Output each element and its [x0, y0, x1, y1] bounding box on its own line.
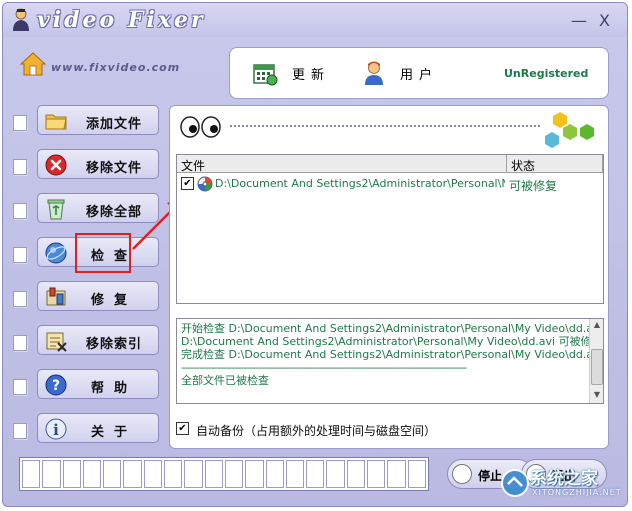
sidebar-item-remove-index: 移除索引 — [7, 325, 167, 359]
log-output[interactable]: 开始检查 D:\Document And Settings2\Administr… — [176, 318, 604, 404]
auto-backup-label: 自动备份（占用额外的处理时间与磁盘空间） — [196, 424, 437, 438]
globe-check-icon — [45, 242, 67, 264]
watermark-url: XITONGZHIJIA.NET — [532, 488, 622, 497]
remove-index-label: 移除索引 — [85, 337, 142, 352]
stop-label: 停止 — [478, 469, 503, 483]
page-icon — [13, 291, 27, 307]
remove-file-button[interactable]: 移除文件 — [37, 149, 159, 179]
app-title: video Fixer — [37, 7, 206, 33]
title-bar[interactable]: video Fixer — X — [3, 3, 627, 37]
close-button[interactable]: X — [599, 11, 610, 30]
about-label: 关于 — [90, 425, 137, 440]
update-button[interactable]: 更新 — [252, 60, 330, 86]
log-line: 完成检查 D:\Document And Settings2\Administr… — [181, 348, 589, 361]
video-file-icon — [197, 176, 213, 192]
log-text: 开始检查 D:\Document And Settings2\Administr… — [181, 322, 589, 387]
about-button[interactable]: i 关于 — [37, 413, 159, 443]
row-checkbox[interactable]: ✔ — [181, 177, 194, 190]
page-icon — [13, 423, 27, 439]
page-icon — [13, 379, 27, 395]
stop-icon — [452, 464, 472, 484]
svg-text:?: ? — [52, 378, 60, 394]
sidebar-item-add-file: 添加文件 — [7, 105, 167, 139]
help-label: 帮助 — [90, 381, 137, 396]
file-path: D:\Document And Settings2\Administrator\… — [215, 177, 505, 190]
help-button[interactable]: ? 帮助 — [37, 369, 159, 399]
watermark-text: 系统之家 — [530, 469, 598, 489]
file-list[interactable]: 文件 状态 ✔ D:\Document And Settings2\Admini… — [176, 154, 604, 304]
remove-file-label: 移除文件 — [85, 161, 142, 176]
add-file-label: 添加文件 — [85, 117, 142, 132]
minimize-button[interactable]: — — [571, 11, 587, 30]
app-logo-icon — [13, 8, 29, 31]
sidebar-item-repair: 修复 — [7, 281, 167, 315]
column-header-status[interactable]: 状态 — [507, 155, 603, 173]
registration-status: UnRegistered — [504, 67, 589, 80]
page-icon — [13, 159, 27, 175]
info-icon: i — [45, 418, 67, 440]
user-button[interactable]: 用户 — [362, 60, 438, 86]
remove-red-x-icon — [45, 154, 67, 176]
scroll-down-icon[interactable]: ▼ — [591, 390, 603, 402]
remove-index-icon — [46, 332, 67, 352]
progress-dots — [230, 125, 540, 127]
eyes-icon — [180, 116, 221, 138]
watermark: 系统之家 XITONGZHIJIA.NET — [500, 462, 628, 508]
check-button-highlight — [75, 233, 131, 273]
help-icon: ? — [45, 374, 67, 396]
watermark-logo-icon — [501, 469, 529, 497]
remove-index-button[interactable]: 移除索引 — [37, 325, 159, 355]
svg-text:i: i — [53, 421, 59, 439]
sidebar-item-help: ? 帮助 — [7, 369, 167, 403]
app-window: video Fixer — X www.fixvideo.com 更新 用户 U… — [2, 2, 628, 507]
file-status: 可被修复 — [509, 179, 558, 193]
table-row[interactable]: ✔ D:\Document And Settings2\Administrato… — [179, 175, 601, 193]
log-line: 开始检查 D:\Document And Settings2\Administr… — [181, 322, 589, 335]
website-url[interactable]: www.fixvideo.com — [51, 61, 180, 74]
repair-button[interactable]: 修复 — [37, 281, 159, 311]
folder-icon — [45, 114, 67, 130]
calendar-update-icon — [253, 64, 278, 86]
main-panel: 文件 状态 ✔ D:\Document And Settings2\Admini… — [169, 105, 609, 449]
repair-label: 修复 — [90, 293, 137, 308]
repair-tools-icon — [46, 287, 66, 306]
add-file-button[interactable]: 添加文件 — [37, 105, 159, 135]
user-label: 用户 — [400, 67, 439, 83]
toolbar-panel: 更新 用户 UnRegistered — [229, 47, 609, 99]
progress-bar — [19, 457, 429, 491]
sidebar-item-about: i 关于 — [7, 413, 167, 447]
scroll-thumb[interactable] — [591, 349, 603, 385]
update-label: 更新 — [292, 67, 331, 83]
user-icon — [365, 61, 383, 85]
page-icon — [13, 335, 27, 351]
home-icon[interactable] — [19, 51, 47, 77]
log-separator: ----------------------------------------… — [181, 361, 467, 374]
auto-backup-checkbox[interactable]: ✔ — [176, 422, 189, 435]
log-scrollbar[interactable]: ▲ ▼ — [589, 319, 603, 403]
page-icon — [13, 115, 27, 131]
hexagon-decoration-icon — [545, 112, 594, 148]
column-header-file[interactable]: 文件 — [177, 155, 507, 173]
log-line: 全部文件已被检查 — [181, 374, 269, 387]
page-icon — [13, 203, 27, 219]
page-icon — [13, 247, 27, 263]
recycle-bin-icon — [47, 199, 65, 220]
scroll-up-icon[interactable]: ▲ — [591, 320, 603, 332]
log-line: D:\Document And Settings2\Administrator\… — [181, 335, 589, 348]
sidebar-item-remove-file: 移除文件 — [7, 149, 167, 183]
auto-backup-option[interactable]: ✔ 自动备份（占用额外的处理时间与磁盘空间） — [176, 420, 596, 438]
